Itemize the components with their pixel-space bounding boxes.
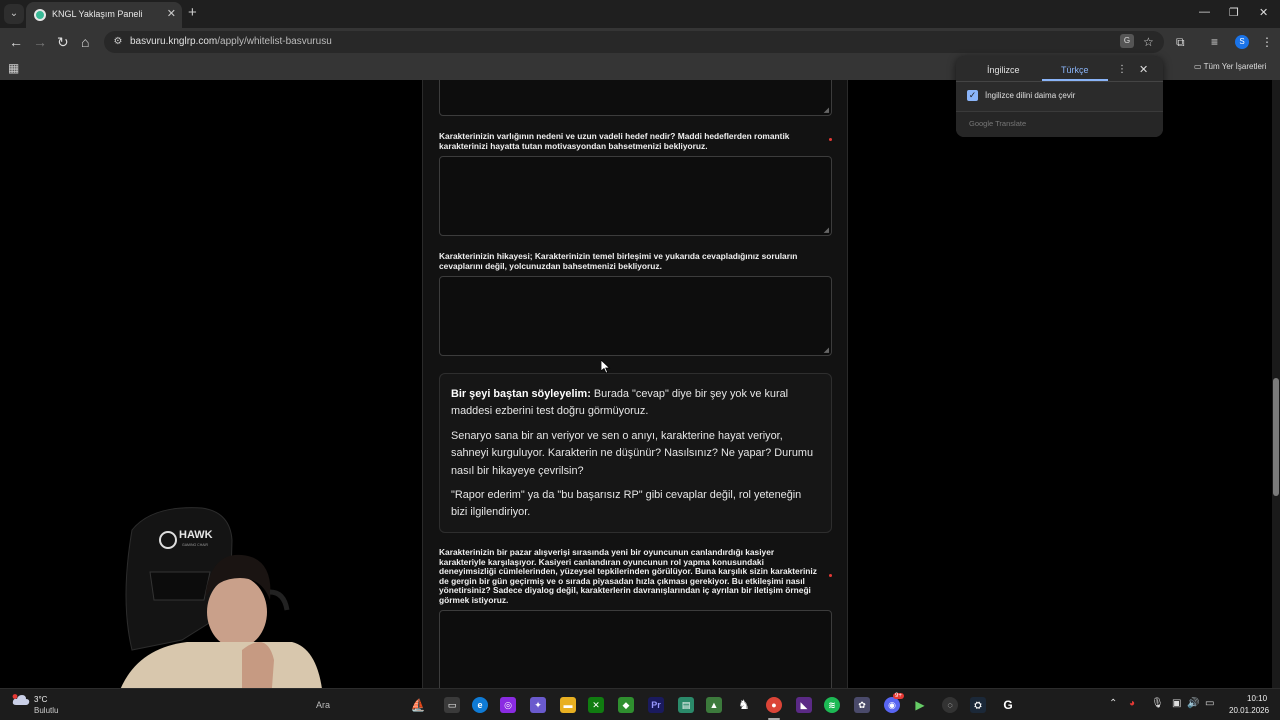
app-icon-6[interactable]: ✿ [854, 697, 870, 713]
webcam-overlay: HAWK GAMING CHAIR [112, 507, 322, 720]
new-tab-icon[interactable]: + [188, 5, 197, 21]
resize-handle-icon[interactable]: ◢ [824, 346, 829, 354]
menu-kebab-icon[interactable]: ⋮ [1261, 35, 1273, 49]
tab-strip: ⌄ KNGL Yaklaşım Paneli ✕ + — ❐ ✕ [0, 0, 1280, 28]
google-translate-logo: Google Translate [969, 119, 1027, 128]
info-paragraph-1: Bir şeyi baştan söyleyelim: Burada "ceva… [451, 388, 789, 418]
previous-answer-textarea[interactable]: ◢ [439, 80, 832, 116]
translate-options-icon[interactable]: ⋮ [1117, 64, 1127, 75]
profile-avatar[interactable]: S [1235, 35, 1249, 49]
divider [956, 81, 1163, 82]
volume-icon[interactable]: 🔊 [1187, 698, 1199, 710]
tab-active[interactable]: KNGL Yaklaşım Paneli ✕ [26, 2, 182, 28]
discord-badge: 9+ [893, 693, 904, 699]
window-close-icon[interactable]: ✕ [1259, 6, 1268, 19]
forward-icon[interactable]: → [33, 34, 47, 50]
translate-tab-target[interactable]: Türkçe [1061, 65, 1089, 75]
weather-description[interactable]: Bulutlu [34, 706, 58, 715]
form-panel: ◢ Karakterinizin varlığının nedeni ve uz… [422, 80, 848, 688]
browser-toolbar: ← → ↻ ⌂ ⚙ basvuru.knglrp.com/apply/white… [0, 28, 1280, 56]
windows-taskbar: 3°C Bulutlu Ara ⛵ ▭ e ◎ ✦ ▬ ✕ ◆ Pr ▤ ▲ ♞… [0, 688, 1280, 720]
snipping-tool-icon[interactable]: ◎ [500, 697, 516, 713]
app-icon-1[interactable]: ◆ [618, 697, 634, 713]
chrome-icon[interactable]: ● [766, 697, 782, 713]
clock-time[interactable]: 10:10 [1247, 694, 1267, 703]
all-bookmarks-link[interactable]: ▭ Tüm Yer İşaretleri [1194, 62, 1266, 71]
app-icon-2[interactable]: ▤ [678, 697, 694, 713]
tab-search-dropdown-icon[interactable]: ⌄ [4, 4, 24, 24]
resize-handle-icon[interactable]: ◢ [824, 226, 829, 234]
file-explorer-icon[interactable]: ▬ [560, 697, 576, 713]
question-market-label: Karakterinizin bir pazar alışverişi sıra… [439, 547, 817, 605]
app-icon-9[interactable]: G [1000, 697, 1016, 713]
question-story-label: Karakterinizin hikayesi; Karakterinizin … [439, 251, 798, 271]
app-icon-5[interactable]: ◣ [796, 697, 812, 713]
required-marker [829, 138, 832, 141]
url-text[interactable]: basvuru.knglrp.com/apply/whitelist-basvu… [130, 36, 332, 47]
minimize-icon[interactable]: — [1199, 6, 1210, 18]
info-box: Bir şeyi baştan söyleyelim: Burada "ceva… [439, 373, 832, 533]
home-icon[interactable]: ⌂ [81, 34, 89, 50]
market-textarea[interactable] [439, 610, 832, 688]
restore-icon[interactable]: ❐ [1229, 6, 1239, 19]
microphone-icon[interactable]: 🎙 [1151, 698, 1164, 710]
chair-sub: GAMING CHAIR [182, 543, 209, 547]
task-view-icon[interactable]: ▭ [444, 697, 460, 713]
translate-footer: Google Translate [956, 111, 1163, 137]
back-icon[interactable]: ← [9, 34, 23, 50]
scrollbar-thumb[interactable] [1273, 378, 1279, 496]
premiere-icon[interactable]: Pr [648, 697, 664, 713]
discord-icon[interactable]: ◉ [884, 697, 900, 713]
site-info-icon[interactable]: ⚙ [112, 36, 124, 48]
headset-icon [269, 589, 290, 611]
always-translate-checkbox[interactable]: ✓ [967, 90, 978, 101]
tab-close-icon[interactable]: ✕ [167, 7, 176, 20]
folder-icon: ▭ [1194, 62, 1202, 71]
bookmark-star-icon[interactable]: ☆ [1143, 35, 1154, 49]
media-control-icon[interactable]: ≡ [1211, 35, 1218, 49]
copilot-icon[interactable]: ✦ [530, 697, 546, 713]
required-marker [829, 574, 832, 577]
xbox-icon[interactable]: ✕ [588, 697, 604, 713]
question-motivation-label: Karakterinizin varlığının nedeni ve uzun… [439, 131, 790, 151]
address-bar[interactable]: ⚙ basvuru.knglrp.com/apply/whitelist-bas… [104, 31, 1164, 53]
app-icon-7[interactable]: ▶ [912, 697, 928, 713]
mouse-cursor-icon [601, 360, 611, 374]
translate-tab-source[interactable]: İngilizce [987, 65, 1020, 75]
person-head [207, 576, 267, 648]
info-paragraph-2: Senaryo sana bir an veriyor ve sen o anı… [451, 429, 814, 477]
tray-app-icon[interactable]: ◕ [1129, 698, 1135, 710]
spotify-icon[interactable]: ≋ [824, 697, 840, 713]
reload-icon[interactable]: ↻ [57, 34, 69, 50]
weather-cloud-icon[interactable] [12, 694, 30, 706]
translate-popup: İngilizce Türkçe ⋮ ✕ ✓ İngilizce dilini … [956, 56, 1163, 137]
chair-panel [149, 571, 211, 601]
site-favicon-icon [34, 9, 46, 21]
battery-icon[interactable]: ▭ [1205, 698, 1214, 710]
weather-temperature[interactable]: 3°C [34, 695, 47, 704]
chair-brand: HAWK [179, 529, 213, 541]
app-icon-8[interactable]: ◌ [942, 697, 958, 713]
taskbar-search[interactable]: Ara [316, 700, 330, 710]
resize-handle-icon[interactable]: ◢ [824, 106, 829, 114]
story-textarea[interactable]: ◢ [439, 276, 832, 356]
clock-date[interactable]: 20.01.2026 [1229, 706, 1269, 715]
apps-grid-icon[interactable]: ▦ [8, 61, 19, 75]
edge-icon[interactable]: e [472, 697, 488, 713]
translate-close-icon[interactable]: ✕ [1139, 63, 1148, 76]
always-translate-label: İngilizce dilini daima çevir [985, 91, 1076, 100]
steam-icon[interactable]: ⛭ [970, 697, 986, 713]
extensions-icon[interactable]: ⧉ [1176, 35, 1185, 49]
tab-title: KNGL Yaklaşım Paneli [52, 9, 143, 19]
motivation-textarea[interactable]: ◢ [439, 156, 832, 236]
info-paragraph-3: "Rapor ederim" ya da "bu başarısız RP" g… [451, 489, 802, 519]
translate-icon[interactable]: G [1120, 34, 1134, 48]
app-icon-3[interactable]: ▲ [706, 697, 722, 713]
app-icon-4[interactable]: ♞ [736, 697, 752, 713]
search-highlight-icon[interactable]: ⛵ [410, 697, 426, 713]
network-icon[interactable]: ▣ [1172, 698, 1181, 710]
tray-overflow-icon[interactable]: ⌃ [1109, 698, 1117, 710]
